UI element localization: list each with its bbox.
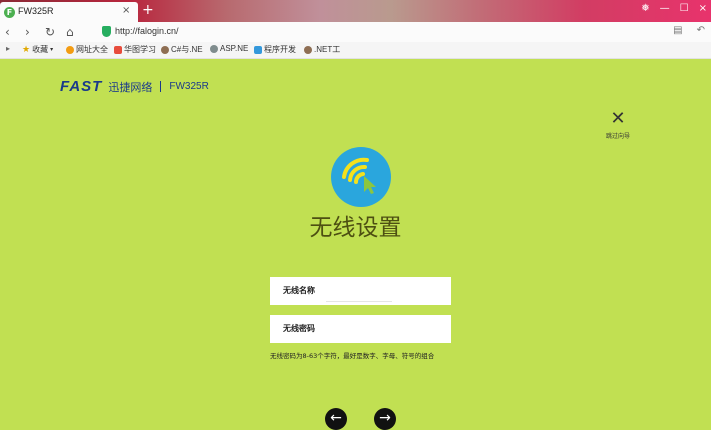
skin-icon[interactable]: ❅ [641,3,649,14]
bookmark-favicon-icon [161,45,169,54]
new-tab-button[interactable]: + [142,2,154,18]
star-icon: ★ [22,44,31,54]
reload-icon[interactable]: ↻ [45,24,55,40]
bookmark-favicon-icon [114,45,122,54]
address-bar[interactable]: http://falogin.cn/ [96,24,656,40]
bookmark-item[interactable]: 华图学习 [114,44,156,55]
close-window-icon[interactable]: × [699,3,707,14]
arrow-left-icon: ← [330,410,342,426]
model-name: FW325R [169,81,209,92]
ssid-field[interactable]: 无线名称 [270,277,451,305]
chevron-down-icon: ▾ [50,47,54,53]
tab-close-icon[interactable]: × [122,5,130,16]
bookmark-item[interactable]: ★ 收藏 ▾ [22,44,53,55]
password-field[interactable]: 无线密码 [270,315,451,343]
bookmark-label: 程序开发 [264,45,296,54]
skip-wizard-label: 跳过向导 [605,133,630,140]
skip-wizard-button[interactable]: ✕ 跳过向导 [598,110,638,141]
tab-title: FW325R [18,6,54,16]
browser-tab[interactable]: F FW325R × [0,2,138,22]
bookmark-favicon-icon [254,45,262,54]
undo-icon[interactable]: ↶ [697,25,705,36]
bookmark-label: 网址大全 [76,45,108,54]
bookmark-item[interactable]: ASP.NE [210,44,248,53]
bookmarks-toggle-icon[interactable]: ▸ [6,44,10,53]
password-input[interactable] [326,320,436,336]
brand-logo: FAST 迅捷网络 FW325R [60,78,209,95]
wifi-icon [342,157,376,194]
window-controls: ❅ — ☐ × [641,3,707,14]
ssid-input[interactable] [326,282,436,298]
page-title: 无线设置 [309,215,402,241]
browser-titlebar: F FW325R × + ❅ — ☐ × [0,0,711,22]
reader-icon[interactable]: ▤ [673,25,682,36]
ssid-underline [326,301,392,302]
bookmark-favicon-icon [304,45,312,54]
brand-divider [160,81,162,92]
navbar-right-tools: ▤ ↶ [673,25,705,36]
password-hint: 无线密码为8-63个字符，最好是数字、字母、符号的组合 [270,352,435,360]
bookmark-label: ASP.NE [220,44,249,53]
browser-navbar: ‹ › ↻ ⌂ http://falogin.cn/ ▤ ↶ [0,22,711,42]
close-icon[interactable]: ✕ [598,110,638,128]
bookmark-item[interactable]: .NET工 [304,44,340,55]
bookmark-item[interactable]: 程序开发 [254,44,296,55]
wifi-settings-icon [331,147,391,207]
brand-name: 迅捷网络 [108,80,153,94]
minimize-icon[interactable]: — [660,3,670,14]
bookmarks-bar: ▸ ★ 收藏 ▾ 网址大全 华图学习 C#与.NE ASP.NE 程序开发 .N… [0,42,711,59]
previous-button[interactable]: ← [325,408,347,430]
maximize-icon[interactable]: ☐ [680,3,689,14]
arrow-right-icon: → [379,410,391,426]
url-text[interactable]: http://falogin.cn/ [115,26,179,36]
bookmark-label: 收藏 [32,45,49,54]
bookmark-favicon-icon [66,45,74,54]
next-button[interactable]: → [374,408,396,430]
home-icon[interactable]: ⌂ [66,24,74,40]
bookmark-label: 华图学习 [124,45,156,54]
bookmark-favicon-icon [210,44,218,53]
brand-wordmark: FAST [60,78,103,95]
bookmark-label: .NET工 [314,45,341,54]
tab-favicon-icon: F [4,7,15,18]
back-icon[interactable]: ‹ [5,24,10,40]
bookmark-item[interactable]: 网址大全 [66,44,108,55]
password-label: 无线密码 [283,324,315,333]
bookmark-item[interactable]: C#与.NE [161,44,203,55]
bookmark-label: C#与.NE [171,45,203,54]
shield-icon [102,26,111,37]
forward-icon[interactable]: › [25,24,30,40]
ssid-label: 无线名称 [283,286,315,295]
